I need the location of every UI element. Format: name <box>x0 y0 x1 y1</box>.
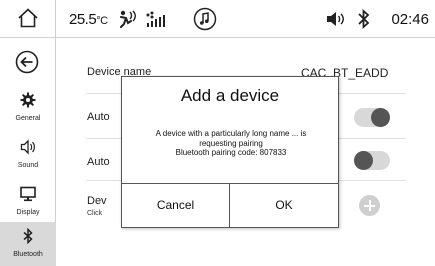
devices-label: Dev <box>87 195 107 207</box>
toggle-knob <box>371 108 390 127</box>
cancel-button[interactable]: Cancel <box>122 184 230 227</box>
sidebar-item-label: General <box>15 115 41 122</box>
sidebar-item-label: Display <box>16 209 40 216</box>
add-device-button[interactable] <box>359 195 380 216</box>
dialog-message-line: requesting pairing <box>199 138 263 148</box>
sidebar-item-general[interactable]: General <box>0 86 56 130</box>
bluetooth-icon <box>23 228 33 244</box>
volume-icon[interactable] <box>326 11 346 27</box>
temperature-value: 25.5 <box>69 11 97 28</box>
status-bar: 25.5°C 02:46 <box>0 0 435 38</box>
clock: 02:46 <box>391 11 429 28</box>
fan-icon <box>120 10 136 28</box>
gear-icon <box>20 92 36 108</box>
sidebar-item-bluetooth[interactable]: Bluetooth <box>0 222 56 266</box>
temperature-unit: °C <box>96 15 108 27</box>
back-arrow-icon <box>15 50 39 74</box>
sidebar-item-label: Bluetooth <box>13 251 43 258</box>
sidebar-item-label: Sound <box>17 162 39 169</box>
pairing-code-line: Bluetooth pairing code: 807833 <box>175 148 287 157</box>
bluetooth-icon <box>358 9 370 29</box>
music-note-icon[interactable] <box>193 7 217 31</box>
dialog-message-line: A device with a particularly long name .… <box>155 129 307 138</box>
sidebar: General Sound Display Bluetooth <box>0 38 56 266</box>
sidebar-item-display[interactable]: Display <box>0 180 56 224</box>
auto-setting-label: Auto <box>87 111 110 123</box>
monitor-icon <box>20 186 36 202</box>
dialog-message: A device with a particularly long name .… <box>128 129 334 158</box>
home-button[interactable] <box>0 0 56 38</box>
auto-toggle-1[interactable] <box>354 108 390 127</box>
pairing-dialog: Add a device A device with a particularl… <box>121 76 339 228</box>
temperature-readout: 25.5°C <box>69 11 108 28</box>
ok-button[interactable]: OK <box>230 184 338 227</box>
dialog-buttons: Cancel OK <box>122 183 338 227</box>
toggle-knob <box>354 151 373 170</box>
auto-setting-label: Auto <box>87 156 110 168</box>
dialog-title: Add a device <box>180 86 280 105</box>
signal-icon <box>146 11 165 27</box>
speaker-icon <box>20 139 35 155</box>
auto-toggle-2[interactable] <box>354 151 390 170</box>
home-icon <box>18 8 38 28</box>
back-button[interactable] <box>0 38 56 84</box>
sidebar-item-sound[interactable]: Sound <box>0 133 56 177</box>
